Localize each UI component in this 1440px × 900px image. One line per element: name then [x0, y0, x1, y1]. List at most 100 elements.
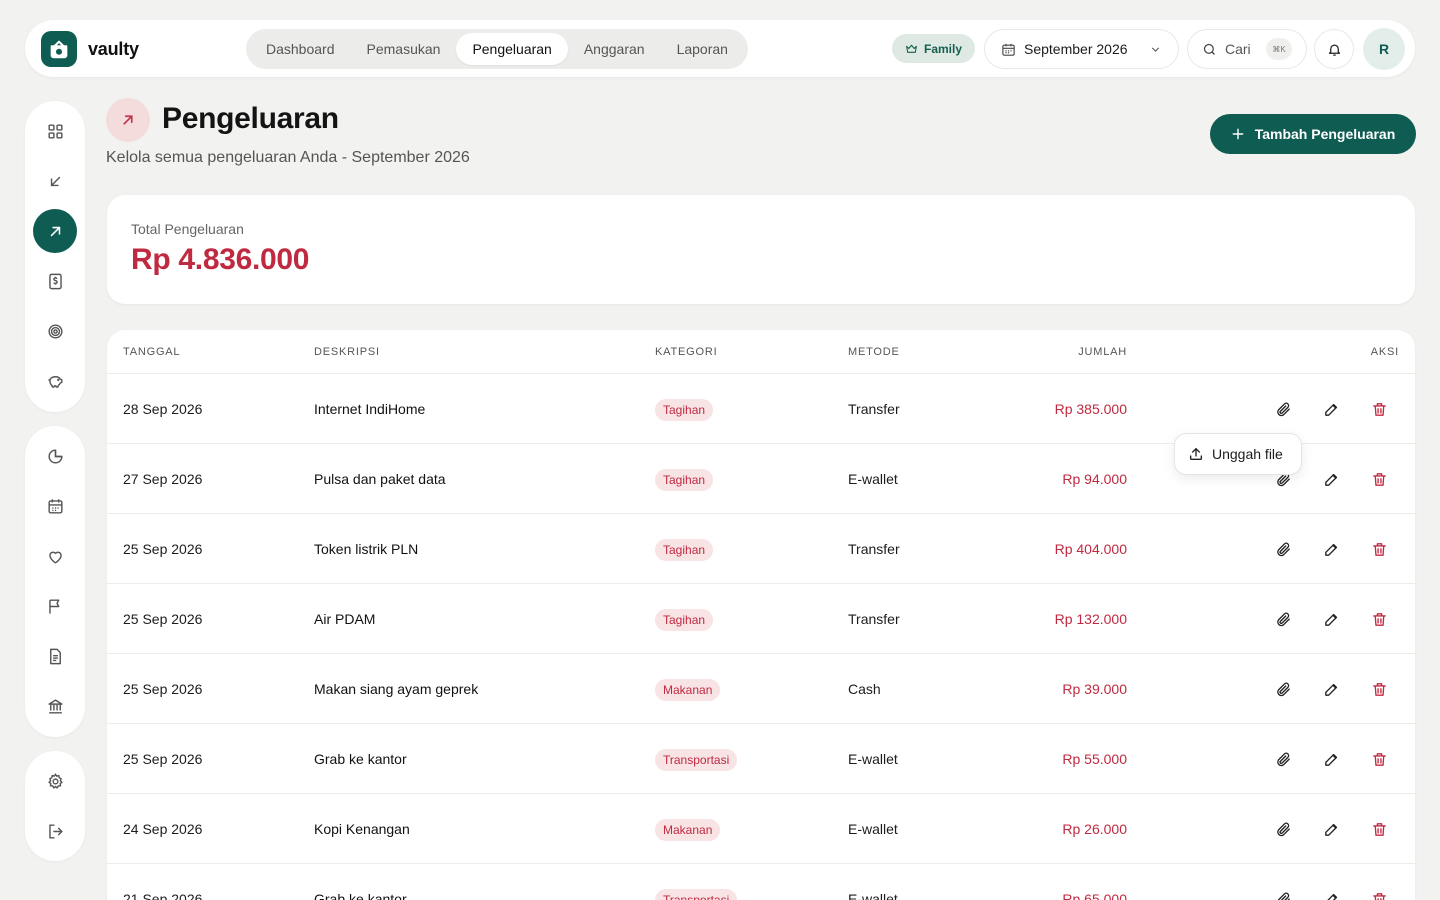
tab-dashboard[interactable]: Dashboard	[250, 33, 351, 65]
row-date: 28 Sep 2026	[123, 401, 203, 417]
column-date[interactable]: TANGGAL	[123, 346, 180, 358]
edit-icon[interactable]	[1321, 399, 1341, 419]
edit-icon[interactable]	[1321, 749, 1341, 769]
search-label: Cari	[1225, 41, 1251, 57]
add-expense-button[interactable]: Tambah Pengeluaran	[1210, 114, 1416, 154]
row-amount: Rp 132.000	[1054, 611, 1127, 627]
delete-icon[interactable]	[1369, 399, 1389, 419]
row-amount: Rp 26.000	[1062, 821, 1127, 837]
plus-icon	[1232, 128, 1244, 140]
flag-icon	[48, 598, 59, 614]
income-arrow-icon	[50, 176, 60, 186]
table-row[interactable]: 25 Sep 2026 Token listrik PLN Tagihan Trans…	[107, 514, 1415, 584]
main-nav: Dashboard Pemasukan Pengeluaran Anggaran…	[246, 29, 748, 69]
sidebar-item-analytics[interactable]	[33, 434, 77, 478]
column-method[interactable]: METODE	[848, 346, 900, 358]
edit-icon[interactable]	[1321, 889, 1341, 900]
row-amount: Rp 65.000	[1062, 891, 1127, 900]
delete-icon[interactable]	[1369, 539, 1389, 559]
delete-icon[interactable]	[1369, 609, 1389, 629]
table-header: TANGGAL DESKRIPSI KATEGORI METODE JUMLAH…	[107, 330, 1415, 374]
budget-dollar-icon	[48, 273, 62, 289]
table-row[interactable]: 24 Sep 2026 Kopi Kenangan Makanan E-wallet R…	[107, 794, 1415, 864]
column-amount[interactable]: JUMLAH	[1078, 346, 1127, 358]
family-plan-badge[interactable]: Family	[892, 34, 976, 63]
delete-icon[interactable]	[1369, 889, 1389, 900]
table-row[interactable]: 25 Sep 2026 Grab ke kantor Transportasi E-w…	[107, 724, 1415, 794]
delete-icon[interactable]	[1369, 819, 1389, 839]
edit-icon[interactable]	[1321, 819, 1341, 839]
sidebar-item-savings[interactable]	[33, 359, 77, 403]
category-badge: Tagihan	[655, 539, 714, 561]
add-expense-label: Tambah Pengeluaran	[1254, 126, 1396, 142]
total-expense-label: Total Pengeluaran	[131, 221, 244, 237]
row-amount: Rp 385.000	[1054, 401, 1127, 417]
sidebar-item-budget[interactable]	[33, 259, 77, 303]
sidebar-group-bottom	[25, 751, 85, 861]
avatar[interactable]: R	[1363, 28, 1405, 70]
edit-icon[interactable]	[1321, 609, 1341, 629]
edit-icon[interactable]	[1321, 469, 1341, 489]
row-description: Grab ke kantor	[314, 891, 407, 900]
sidebar-item-logout[interactable]	[33, 809, 77, 853]
row-description: Grab ke kantor	[314, 751, 407, 767]
delete-icon[interactable]	[1369, 469, 1389, 489]
edit-icon[interactable]	[1321, 539, 1341, 559]
attach-icon[interactable]	[1273, 539, 1293, 559]
sidebar-group-secondary	[25, 426, 85, 737]
attach-icon[interactable]	[1273, 819, 1293, 839]
row-description: Internet IndiHome	[314, 401, 426, 417]
attach-icon[interactable]	[1273, 889, 1293, 900]
sidebar-item-milestones[interactable]	[33, 584, 77, 628]
delete-icon[interactable]	[1369, 749, 1389, 769]
calendar-icon	[1002, 43, 1015, 56]
row-date: 25 Sep 2026	[123, 681, 203, 697]
brand[interactable]: vaulty	[41, 31, 139, 67]
heart-icon	[48, 551, 62, 564]
sidebar-item-expense[interactable]	[33, 209, 77, 253]
column-category[interactable]: KATEGORI	[655, 346, 717, 358]
attach-icon[interactable]	[1273, 749, 1293, 769]
table-row[interactable]: 25 Sep 2026 Makan siang ayam geprek Makana…	[107, 654, 1415, 724]
sidebar-item-documents[interactable]	[33, 634, 77, 678]
delete-icon[interactable]	[1369, 679, 1389, 699]
expense-arrow-icon	[106, 98, 150, 142]
brand-name: vaulty	[88, 38, 139, 59]
tab-pemasukan[interactable]: Pemasukan	[351, 33, 457, 65]
sidebar-item-settings[interactable]	[33, 759, 77, 803]
month-picker[interactable]: September 2026	[984, 29, 1179, 69]
row-amount: Rp 94.000	[1062, 471, 1127, 487]
row-description: Makan siang ayam geprek	[314, 681, 479, 697]
tab-pengeluaran[interactable]: Pengeluaran	[456, 33, 568, 65]
row-description: Pulsa dan paket data	[314, 471, 446, 487]
sidebar-item-goals[interactable]	[33, 309, 77, 353]
pie-chart-icon	[47, 448, 63, 464]
attach-icon[interactable]	[1273, 609, 1293, 629]
row-date: 25 Sep 2026	[123, 611, 203, 627]
sidebar-item-calendar[interactable]	[33, 484, 77, 528]
tab-anggaran[interactable]: Anggaran	[568, 33, 661, 65]
column-actions: AKSI	[1370, 346, 1399, 358]
category-badge: Tagihan	[655, 399, 714, 421]
edit-icon[interactable]	[1321, 679, 1341, 699]
tab-laporan[interactable]: Laporan	[661, 33, 744, 65]
search-button[interactable]: Cari ⌘K	[1187, 29, 1307, 69]
wallet-icon	[41, 31, 77, 67]
sidebar-item-accounts[interactable]	[33, 684, 77, 728]
total-expense-value: Rp 4.836.000	[131, 243, 310, 276]
sidebar-item-wishlist[interactable]	[33, 534, 77, 578]
row-method: Transfer	[848, 401, 900, 417]
search-icon	[1203, 43, 1215, 55]
sidebar-item-dashboard[interactable]	[33, 109, 77, 153]
attach-icon[interactable]	[1273, 679, 1293, 699]
row-amount: Rp 55.000	[1062, 751, 1127, 767]
document-icon	[49, 648, 61, 664]
attach-icon[interactable]	[1273, 399, 1293, 419]
expense-arrow-icon	[50, 226, 60, 236]
sidebar-item-income[interactable]	[33, 159, 77, 203]
notifications-button[interactable]	[1314, 29, 1354, 69]
table-row[interactable]: 21 Sep 2026 Grab ke kantor Transportasi E-w…	[107, 864, 1415, 900]
table-row[interactable]: 25 Sep 2026 Air PDAM Tagihan Transfer Rp 132…	[107, 584, 1415, 654]
category-badge: Transportasi	[655, 749, 738, 771]
column-description[interactable]: DESKRIPSI	[314, 346, 380, 358]
